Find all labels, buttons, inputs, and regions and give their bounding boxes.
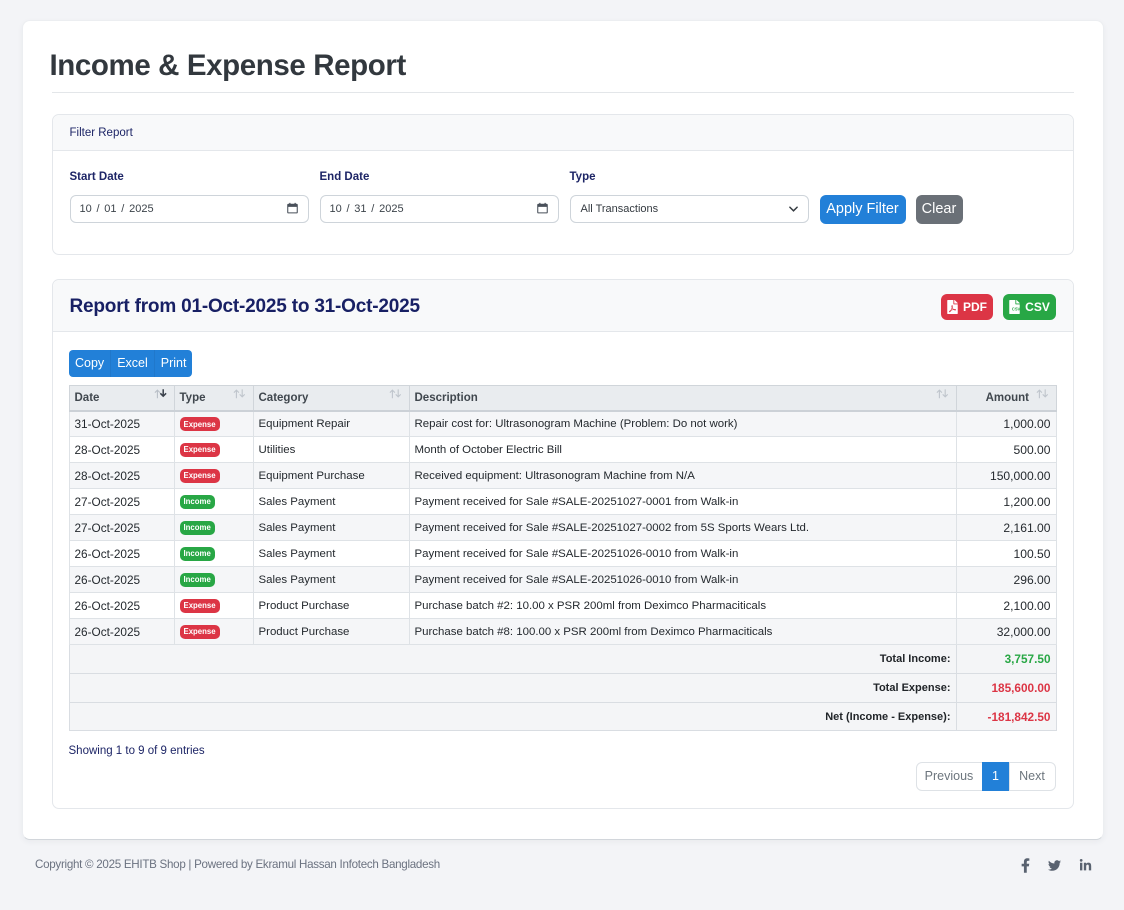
svg-text:CSV: CSV <box>1012 307 1020 312</box>
